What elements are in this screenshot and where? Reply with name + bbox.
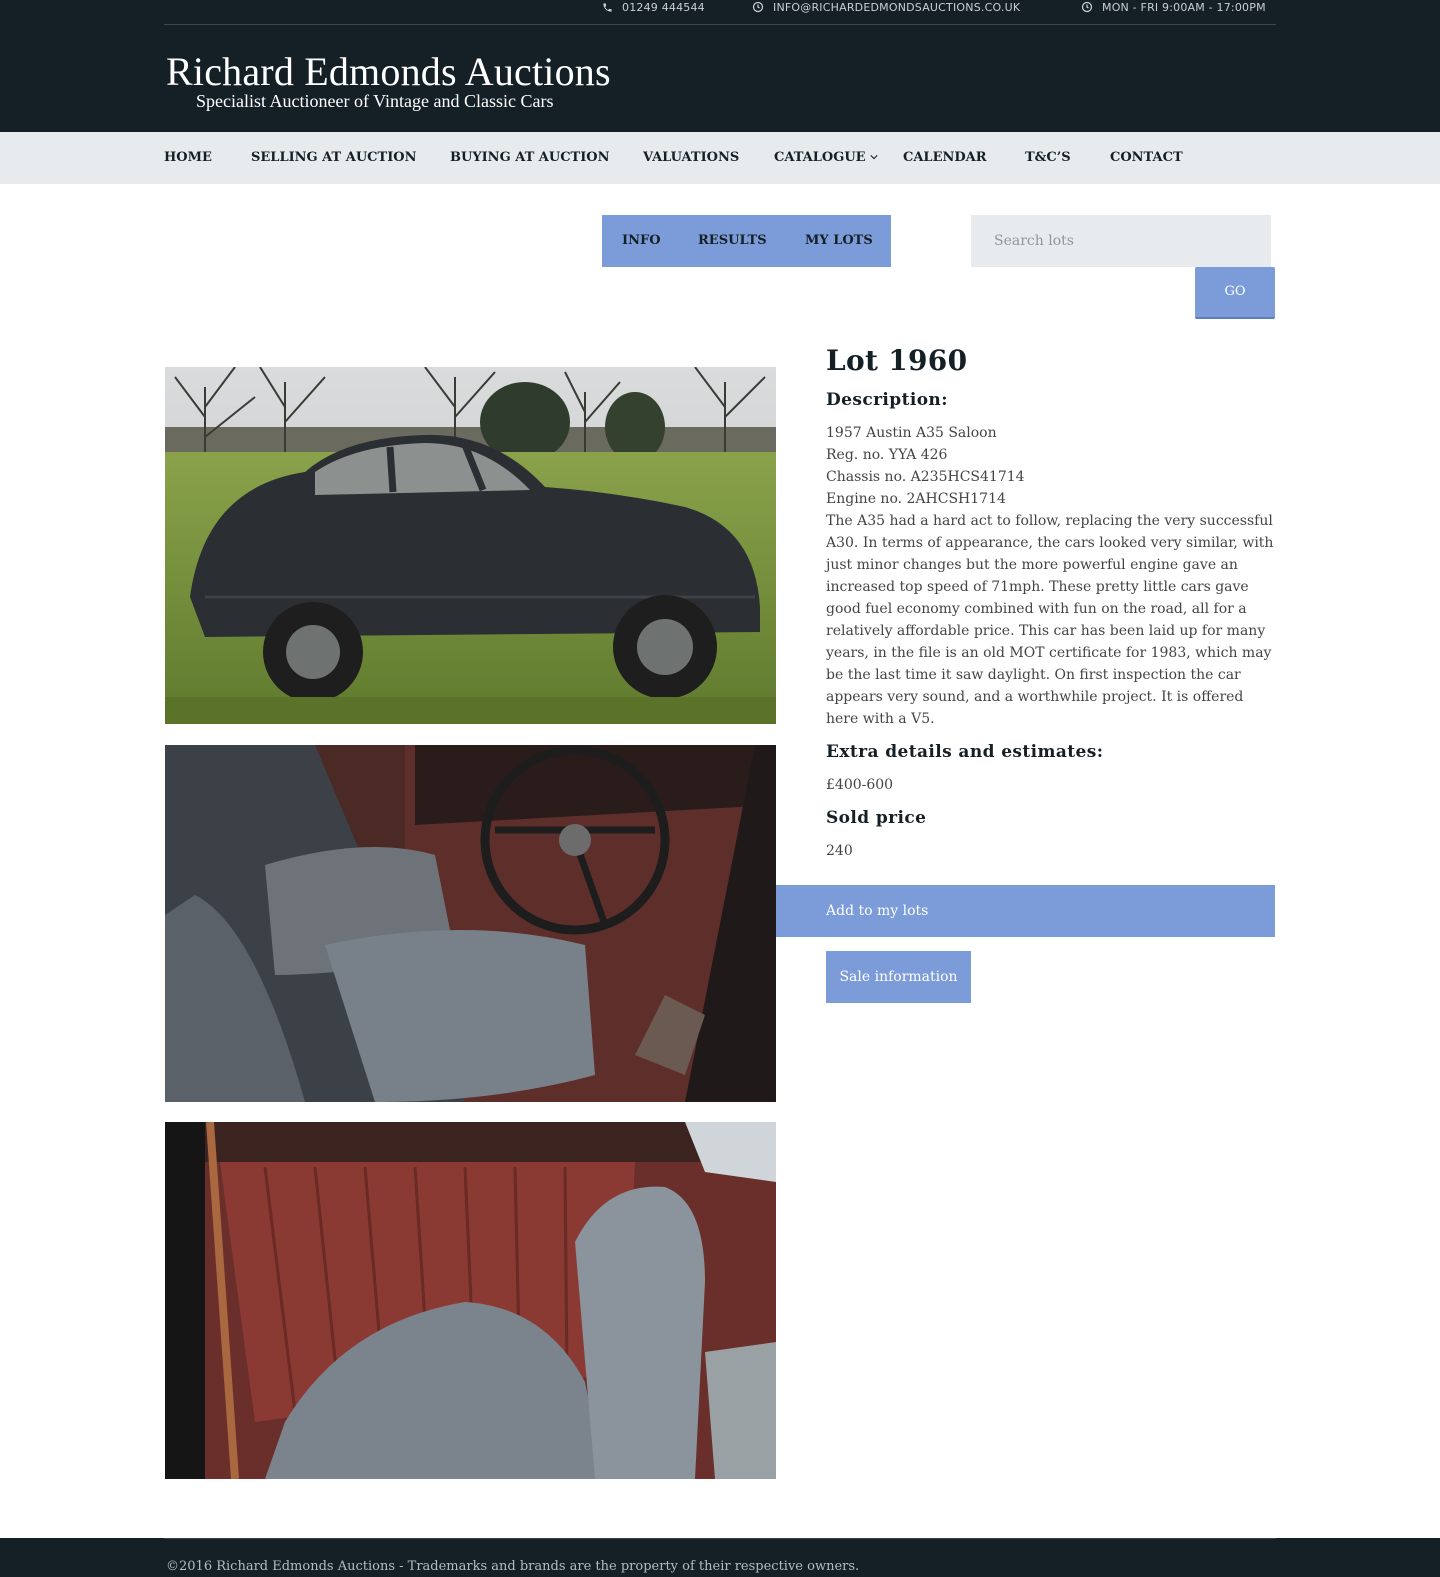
auction-subnav: INFO RESULTS MY LOTS	[602, 215, 891, 267]
nav-item-calendar[interactable]: CALENDAR	[903, 132, 987, 184]
nav-item-home[interactable]: HOME	[164, 132, 212, 184]
phone-contact[interactable]: 01249 444544	[602, 0, 705, 14]
subnav-results[interactable]: RESULTS	[698, 215, 767, 267]
clock-icon	[1081, 1, 1093, 13]
car-interior-rear-image	[165, 1122, 776, 1479]
nav-item-contact[interactable]: CONTACT	[1110, 132, 1183, 184]
sold-price-heading: Sold price	[826, 808, 927, 828]
description-line-chassis: Chassis no. A235HCS41714	[826, 469, 1025, 485]
description-line-reg: Reg. no. YYA 426	[826, 447, 948, 463]
search-lots-input[interactable]	[971, 215, 1271, 267]
footer-copyright: ©2016 Richard Edmonds Auctions - Tradema…	[166, 1559, 860, 1574]
email-contact[interactable]: INFO@RICHARDEDMONDSAUCTIONS.CO.UK	[752, 0, 1020, 14]
estimate-value: £400-600	[826, 777, 894, 793]
hours-text: MON - FRI 9:00AM - 17:00PM	[1102, 0, 1266, 14]
lot-title: Lot 1960	[826, 344, 968, 377]
car-interior-front-image	[165, 745, 776, 1102]
email-address: INFO@RICHARDEDMONDSAUCTIONS.CO.UK	[773, 0, 1021, 14]
nav-item-terms[interactable]: T&C’S	[1025, 132, 1071, 184]
nav-item-valuations[interactable]: VALUATIONS	[643, 132, 739, 184]
sale-information-button[interactable]: Sale information	[826, 951, 971, 1003]
opening-hours: MON - FRI 9:00AM - 17:00PM	[1081, 0, 1266, 14]
phone-icon	[603, 2, 612, 12]
lot-photo-interior-front[interactable]	[165, 745, 776, 1102]
description-paragraph: The A35 had a hard act to follow, replac…	[826, 513, 1274, 727]
site-footer: ©2016 Richard Edmonds Auctions - Tradema…	[0, 1538, 1440, 1577]
footer-divider	[164, 1538, 1276, 1539]
subnav-my-lots[interactable]: MY LOTS	[805, 215, 873, 267]
top-contact-bar: 01249 444544 INFO@RICHARDEDMONDSAUCTIONS…	[164, 0, 1276, 25]
nav-item-selling-at-auction[interactable]: SELLING AT AUCTION	[251, 132, 416, 184]
nav-item-catalogue-label: CATALOGUE	[774, 150, 866, 165]
lot-photo-exterior[interactable]	[165, 367, 776, 724]
phone-number: 01249 444544	[622, 0, 705, 14]
nav-item-catalogue[interactable]: CATALOGUE	[774, 132, 878, 184]
subnav-info[interactable]: INFO	[622, 215, 661, 267]
description-line-model: 1957 Austin A35 Saloon	[826, 425, 997, 441]
main-nav: HOME SELLING AT AUCTION BUYING AT AUCTIO…	[0, 132, 1440, 184]
description-heading: Description:	[826, 390, 948, 410]
lot-details: Lot 1960 Description: 1957 Austin A35 Sa…	[826, 340, 1274, 859]
clock-icon	[752, 1, 764, 13]
description-line-engine: Engine no. 2AHCSH1714	[826, 491, 1006, 507]
lot-photo-interior-rear[interactable]	[165, 1122, 776, 1479]
add-to-my-lots-button[interactable]: Add to my lots	[776, 885, 1275, 937]
extra-details-heading: Extra details and estimates:	[826, 742, 1104, 762]
site-logo[interactable]: Richard Edmonds Auctions Specialist Auct…	[166, 49, 611, 111]
nav-item-buying-at-auction[interactable]: BUYING AT AUCTION	[450, 132, 610, 184]
site-header: 01249 444544 INFO@RICHARDEDMONDSAUCTIONS…	[0, 0, 1440, 132]
car-exterior-image	[165, 367, 776, 724]
search-go-button[interactable]: GO	[1195, 267, 1275, 319]
chevron-down-icon	[869, 155, 878, 160]
logo-subtitle: Specialist Auctioneer of Vintage and Cla…	[196, 91, 554, 111]
lot-description: 1957 Austin A35 Saloon Reg. no. YYA 426 …	[826, 422, 1274, 730]
sold-price-value: 240	[826, 843, 853, 859]
logo-title: Richard Edmonds Auctions	[166, 49, 611, 94]
